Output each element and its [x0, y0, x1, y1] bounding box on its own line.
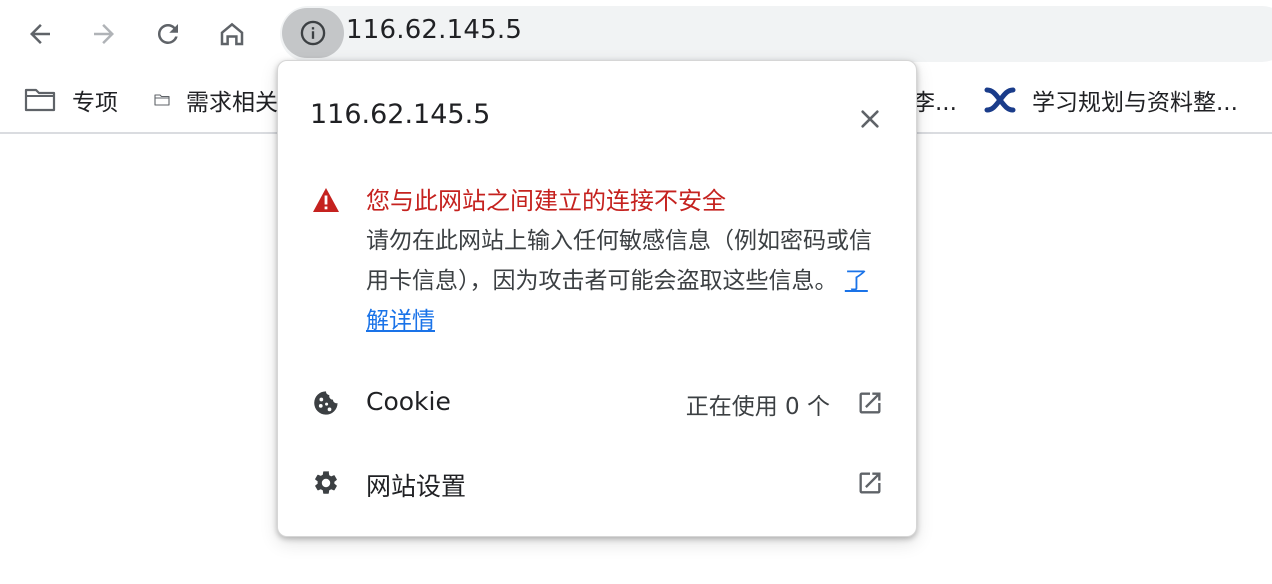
forward-button[interactable]	[82, 12, 126, 56]
confluence-icon	[984, 87, 1016, 113]
bookmark-folder-zhuanxiang[interactable]: 专项	[24, 84, 118, 116]
bookmark-xuexi[interactable]: 学习规划与资料整...	[984, 84, 1238, 116]
info-icon	[300, 20, 326, 46]
browser-toolbar: 116.62.145.5	[0, 0, 1272, 66]
url-text[interactable]: 116.62.145.5	[346, 15, 522, 45]
home-button[interactable]	[210, 12, 254, 56]
bookmark-folder-xuqiu[interactable]: 需求相关	[154, 84, 278, 116]
back-button[interactable]	[18, 12, 62, 56]
arrow-right-icon	[94, 24, 114, 44]
home-icon	[220, 22, 244, 46]
bookmark-label: 需求相关	[186, 90, 278, 116]
bookmark-label: 李...	[912, 90, 957, 116]
site-info-button[interactable]	[282, 8, 344, 58]
folder-icon	[24, 88, 56, 112]
warning-text: 请勿在此网站上输入任何敏感信息（例如密码或信用卡信息），因为攻击者可能会盗取这些…	[366, 228, 872, 294]
close-icon	[861, 110, 879, 128]
open-in-new-icon[interactable]	[856, 389, 884, 417]
warning-title: 您与此网站之间建立的连接不安全	[366, 187, 726, 215]
cookie-count: 正在使用 0 个	[685, 394, 830, 420]
bookmark-label: 学习规划与资料整...	[1032, 90, 1238, 116]
close-button[interactable]	[854, 103, 886, 135]
folder-icon	[154, 94, 170, 106]
reload-icon	[157, 23, 178, 44]
bookmark-label: 专项	[72, 90, 118, 116]
cookie-row[interactable]: Cookie 正在使用 0 个	[278, 373, 918, 433]
site-info-popup: 116.62.145.5 您与此网站之间建立的连接不安全 请勿在此网站上输入任何…	[277, 60, 917, 537]
cookie-icon	[314, 391, 338, 415]
site-settings-row[interactable]: 网站设置	[278, 453, 918, 513]
reload-button[interactable]	[146, 12, 190, 56]
warning-body: 请勿在此网站上输入任何敏感信息（例如密码或信用卡信息），因为攻击者可能会盗取这些…	[366, 221, 886, 341]
gear-icon	[315, 471, 337, 494]
cookie-label: Cookie	[366, 387, 451, 416]
popup-title: 116.62.145.5	[310, 99, 491, 130]
warning-triangle-icon	[313, 188, 339, 212]
site-settings-label: 网站设置	[366, 472, 467, 501]
open-in-new-icon[interactable]	[856, 469, 884, 497]
arrow-left-icon	[30, 24, 50, 44]
browser-window: 116.62.145.5 专项 需求相关 李... 学习规划与资料整... 11…	[0, 0, 1272, 584]
bookmark-li[interactable]: 李...	[912, 84, 957, 116]
